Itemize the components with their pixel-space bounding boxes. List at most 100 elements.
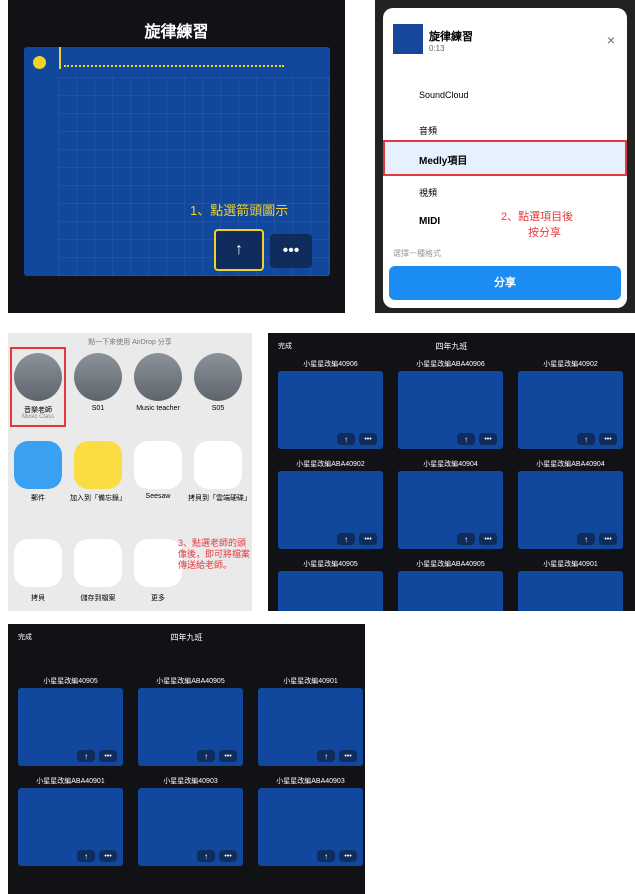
drive-tile[interactable] [194,441,242,489]
medly-label: Medly項目 [419,156,468,167]
copy-tile[interactable] [14,539,62,587]
song-card[interactable]: ↑ ••• [398,471,503,549]
song-card[interactable]: ↑ ••• [518,471,623,549]
action-label: 更多 [151,595,165,602]
hint-1: 2、點選項目後 [501,211,574,223]
share-icon[interactable]: ↑ [77,850,95,862]
mail-tile[interactable] [14,441,62,489]
song-title: 小星星改編40905 [43,678,98,685]
song-title: 小星星改編40901 [543,561,598,568]
seesaw-tile[interactable] [134,441,182,489]
option-soundcloud[interactable]: SoundCloud [419,90,469,100]
share-icon[interactable]: ↑ [577,533,595,545]
contact-label: S01 [91,405,105,412]
song-title: 小星星改編40905 [303,561,358,568]
more-icon[interactable]: ••• [99,750,117,762]
song-card[interactable]: ↑ ••• [18,788,123,866]
more-tile[interactable] [134,539,182,587]
avatar[interactable] [74,353,122,401]
melody-icon [33,56,46,69]
song-title: 小星星改編ABA40905 [156,678,225,685]
app-label: 郵件 [31,495,45,502]
ios-share-sheet: 點一下來使用 AirDrop 分享 音樂老師 Music Class S01 M… [8,333,252,611]
song-card[interactable]: ↑ ••• [398,371,503,449]
app-label: 加入到「備忘錄」 [70,495,126,502]
option-medly[interactable]: Medly項目 [383,140,627,176]
playhead [59,47,61,69]
more-icon[interactable]: ••• [359,433,377,445]
song-card[interactable]: ↑••• [518,571,623,611]
song-title: 小星星改編40903 [163,778,218,785]
more-icon[interactable]: ••• [339,850,357,862]
app-label: Seesaw [145,493,171,500]
step3-note: 3、點選老師的頭像後，即可將檔案傳送給老師。 [178,538,251,570]
more-button[interactable]: ••• [270,234,312,268]
step1-hint: 1、點選箭頭圖示 [190,203,289,218]
contact-label: S05 [211,405,225,412]
song-card[interactable]: ↑ ••• [138,688,243,766]
share-icon[interactable]: ↑ [337,533,355,545]
song-title: 小星星改編40904 [423,461,478,468]
avatar[interactable] [134,353,182,401]
share-icon[interactable]: ↑ [457,433,475,445]
share-sheet: 旋律練習 0:13 × SoundCloud 音頻 Medly項目 視頻 MID… [375,0,635,313]
share-icon[interactable]: ↑ [337,433,355,445]
song-title: 小星星改編ABA40904 [536,461,605,468]
share-icon[interactable]: ↑ [317,750,335,762]
share-icon[interactable]: ↑ [457,533,475,545]
app-label: 拷貝到「雲端硬碟」 [188,495,251,502]
song-card[interactable]: ↑ ••• [278,371,383,449]
song-card[interactable]: ↑••• [398,571,503,611]
song-card[interactable]: ↑ ••• [278,471,383,549]
share-icon[interactable]: ↑ [577,433,595,445]
song-title: 小星星改編ABA40902 [296,461,365,468]
song-title: 小星星改編40902 [543,361,598,368]
airdrop-text: 點一下來使用 AirDrop 分享 [88,339,172,346]
song-title: 小星星改編ABA40905 [416,561,485,568]
song-title: 小星星改編40901 [283,678,338,685]
option-audio[interactable]: 音頻 [419,124,437,137]
contact-label: Music teacher [136,405,180,412]
song-card[interactable]: ↑ ••• [138,788,243,866]
class-title: 四年九班 [170,633,203,642]
song-card[interactable]: ↑ ••• [18,688,123,766]
song-title: 小星星改編ABA40901 [36,778,105,785]
more-icon[interactable]: ••• [339,750,357,762]
share-button[interactable]: ↑ [214,229,264,271]
files-tile[interactable] [74,539,122,587]
more-icon[interactable]: ••• [99,850,117,862]
option-midi[interactable]: MIDI [419,216,440,227]
panel-title: 旋律練習 [144,24,209,41]
more-icon[interactable]: ••• [599,533,617,545]
song-title: 小星星改編ABA40903 [276,778,345,785]
song-card[interactable]: ↑ ••• [258,788,363,866]
more-icon[interactable]: ••• [479,433,497,445]
share-icon[interactable]: ↑ [77,750,95,762]
format-label: 選擇一種格式 [393,249,441,258]
notes-tile[interactable] [74,441,122,489]
song-card[interactable]: ↑ ••• [518,371,623,449]
more-icon[interactable]: ••• [479,533,497,545]
song-card[interactable]: ↑ ••• [258,688,363,766]
close-icon[interactable]: × [607,32,615,48]
song-title: 旋律練習 [429,31,473,43]
action-label: 拷貝 [31,595,45,602]
hint-2: 按分享 [528,227,561,239]
melody-notes [64,57,284,67]
song-title: 小星星改編ABA40906 [416,361,485,368]
share-icon[interactable]: ↑ [317,850,335,862]
option-video[interactable]: 視頻 [419,186,437,199]
more-icon[interactable]: ••• [359,533,377,545]
share-icon[interactable]: ↑ [197,850,215,862]
selection-box [10,347,66,427]
more-icon[interactable]: ••• [219,850,237,862]
more-icon[interactable]: ••• [599,433,617,445]
more-icon[interactable]: ••• [219,750,237,762]
action-label: 儲存到檔案 [80,595,116,602]
song-card[interactable]: ↑••• [278,571,383,611]
avatar[interactable] [194,353,242,401]
sheet-card: 旋律練習 0:13 × SoundCloud 音頻 Medly項目 視頻 MID… [383,8,627,308]
share-icon[interactable]: ↑ [197,750,215,762]
class-title: 四年九班 [435,342,468,351]
share-confirm-button[interactable]: 分享 [389,266,621,300]
